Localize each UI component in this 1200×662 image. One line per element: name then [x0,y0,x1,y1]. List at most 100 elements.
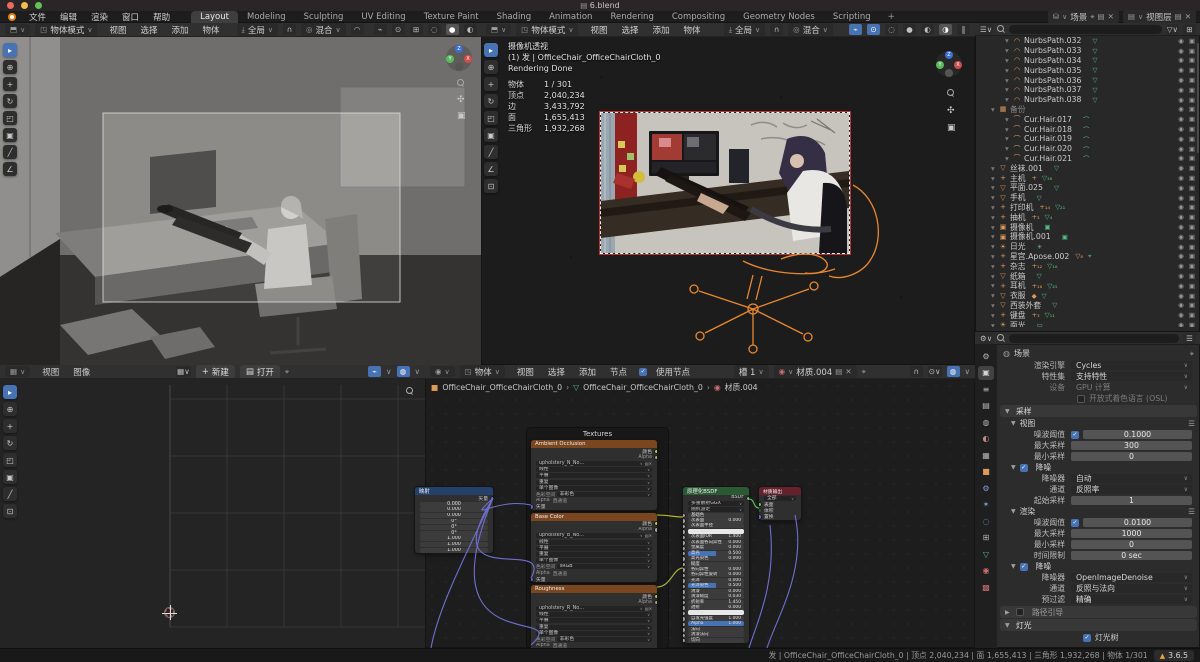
outliner-item[interactable]: ▾ ▽ 平面.025 ▽ ◉▣ [975,183,1200,193]
outliner-item[interactable]: ▾ + 耳机 +₁₆ ▽₂₅ ◉▣ [975,281,1200,291]
hide-viewport-icon[interactable]: ◉ [1178,86,1184,94]
tab-collection[interactable]: ▦ [978,448,994,462]
menu-item[interactable]: 窗口 [115,13,146,23]
disable-render-icon[interactable]: ▣ [1189,301,1195,309]
outliner-display-mode-dropdown[interactable]: ☰∨ [979,24,993,35]
outliner-item[interactable]: ▾ ▽ 手机 ▽ ◉▣ [975,193,1200,203]
image-texture-node[interactable]: Ambient Occlusion 颜色 Alpha upholstery_N_… [531,440,657,510]
viewport-menu-item[interactable]: 选择 [614,26,645,36]
disable-render-icon[interactable]: ▣ [1189,292,1195,300]
principled-bsdf-node[interactable]: 原理化BSDF BSDF 多重散射GGX 随机游走 基础色 次表面0.000 次… [683,487,749,643]
disable-render-icon[interactable]: ▣ [1189,96,1195,104]
viewport-menu-item[interactable]: 添加 [645,26,676,36]
shading-solid-toggle[interactable]: ● [446,24,459,35]
cursor-tool[interactable]: ⊕ [3,402,17,416]
mapping-node[interactable]: 映射 矢量 0.0000.0000.0000°0°0°1.0001.0001.0… [415,487,493,553]
outliner-item[interactable]: ▾ ◠ NurbsPath.038 ▽ ◉▣ [975,95,1200,105]
hide-viewport-icon[interactable]: ◉ [1178,272,1184,280]
viewport-menu-item[interactable]: 添加 [164,26,195,36]
hide-viewport-icon[interactable]: ◉ [1178,233,1184,241]
colorspace-field[interactable]: sRGB [557,564,652,569]
outliner-item[interactable]: ▾ ◠ NurbsPath.034 ▽ ◉▣ [975,56,1200,66]
image-editor-menu-item[interactable]: 图像 [66,368,97,378]
tab-world[interactable]: ◐ [978,432,994,446]
principled-input-row[interactable]: 切向 [683,637,749,642]
move-tool[interactable]: + [3,77,17,91]
subsection-denoise-render[interactable]: ▼✓降噪 [997,561,1200,572]
section-lights[interactable]: ▼灯光 [1000,619,1197,631]
outliner-item[interactable]: ▾ ◠ NurbsPath.037 ▽ ◉▣ [975,85,1200,95]
editor-type-dropdown[interactable]: ▦∨ [5,366,30,377]
node-editor-menu-item[interactable]: 视图 [510,368,541,378]
subsection-denoise-viewport[interactable]: ▼✓降噪 [997,462,1200,473]
rotate-tool[interactable]: ↻ [3,94,17,108]
cursor-tool[interactable]: ⊕ [3,60,17,74]
pin-icon[interactable]: ⌖ [285,367,289,377]
workspace-tab[interactable]: Sculpting [295,11,353,23]
min-samples-row[interactable]: 最小采样0 [997,451,1200,462]
properties-editor-icon[interactable]: ⚙∨ [979,333,993,344]
workspace-tab[interactable]: UV Editing [352,11,414,23]
hide-viewport-icon[interactable]: ◉ [1178,37,1184,45]
tab-view-layer[interactable]: ▤ [978,399,994,413]
light-tree-row[interactable]: ✓灯光树 [997,632,1200,643]
annotate-tool[interactable]: ╱ [3,145,17,159]
overlays-toggle[interactable]: ⊙ [867,24,880,35]
move-tool[interactable]: + [484,77,498,91]
disable-render-icon[interactable]: ▣ [1189,164,1195,172]
transform-tool[interactable]: ▣ [3,128,17,142]
menu-item[interactable]: 编辑 [53,13,84,23]
tab-output[interactable]: ≡ [978,382,994,396]
disable-render-icon[interactable]: ▣ [1189,105,1195,113]
hide-viewport-icon[interactable]: ◉ [1178,105,1184,113]
hide-viewport-icon[interactable]: ◉ [1178,174,1184,182]
workspace-tab[interactable]: Shading [488,11,541,23]
tab-material[interactable]: ◉ [978,564,994,578]
outliner-item[interactable]: ▾ + 杂志 +₁₂ ▽₁₆ ◉▣ [975,261,1200,271]
outliner-item[interactable]: ▾ + 主机 + ▽₃₈ ◉▣ [975,173,1200,183]
measure-tool[interactable]: ∠ [484,162,498,176]
hide-viewport-icon[interactable]: ◉ [1178,194,1184,202]
tab-particles[interactable]: ✶ [978,498,994,512]
hide-viewport-icon[interactable]: ◉ [1178,301,1184,309]
mode-dropdown[interactable]: ◳物体模式∨ [516,23,578,37]
rotate-tool[interactable]: ↻ [3,436,17,450]
outliner-item[interactable]: ▾ ▣ 摄像机.001 ▣ ◉▣ [975,232,1200,242]
hide-viewport-icon[interactable]: ◉ [1178,96,1184,104]
disable-render-icon[interactable]: ▣ [1189,154,1195,162]
noise-threshold-row[interactable]: 噪波阈值✓0.0100 [997,517,1200,528]
feature-set-row[interactable]: 特性集支持特性 [997,371,1200,382]
outliner-item[interactable]: ▾ ⌒ Cur.Hair.021 ⌒ ◉▣ [975,154,1200,164]
outliner-item[interactable]: ▾ + 星宫.Apose.002 ▽₈ ⌖ ◉▣ [975,252,1200,262]
disable-render-icon[interactable]: ▣ [1189,37,1195,45]
new-image-button[interactable]: +新建 [196,365,235,379]
image-texture-node[interactable]: Roughness 颜色 Alpha upholstery_R_No…▤✕ 线性… [531,585,657,655]
disable-render-icon[interactable]: ▣ [1189,252,1195,260]
new-collection-button[interactable]: ⊞ [1183,24,1196,35]
disable-render-icon[interactable]: ▣ [1189,194,1195,202]
time-limit-row[interactable]: 时间限制0 sec [997,550,1200,561]
editor-type-dropdown[interactable]: ⬒∨ [486,24,511,35]
editor-type-dropdown[interactable]: ◉∨ [430,366,455,377]
show-gizmo-toggle[interactable]: ⌁ [849,24,862,35]
hide-viewport-icon[interactable]: ◉ [1178,66,1184,74]
scale-tool[interactable]: ◰ [484,111,498,125]
scale-tool[interactable]: ◰ [3,111,17,125]
snap-icon[interactable]: ∩ [910,366,923,377]
noise-threshold-row[interactable]: 噪波阈值✓0.1000 [997,429,1200,440]
tab-constraints[interactable]: ⊞ [978,531,994,545]
section-path-guiding[interactable]: ▶路径引导 [1000,606,1197,618]
navigation-gizmo[interactable]: Z X Y [936,51,962,77]
hide-viewport-icon[interactable]: ◉ [1178,213,1184,221]
outliner-item[interactable]: ▾ ◠ NurbsPath.035 ▽ ◉▣ [975,65,1200,75]
sample-tool[interactable]: ⊡ [3,504,17,518]
osl-row[interactable]: 开放式着色语言 (OSL) [997,393,1200,404]
disable-render-icon[interactable]: ▣ [1189,311,1195,319]
outliner-item[interactable]: ▾ ▽ 衣服 ◆ ▽ ◉▣ [975,291,1200,301]
outliner-search-input[interactable] [1009,25,1162,34]
hide-viewport-icon[interactable]: ◉ [1178,184,1184,192]
snap-magnet-icon[interactable]: ∩ [770,24,783,35]
tab-object[interactable]: ■ [978,465,994,479]
show-gizmo-toggle[interactable]: ⌁ [374,24,387,35]
disable-render-icon[interactable]: ▣ [1189,76,1195,84]
